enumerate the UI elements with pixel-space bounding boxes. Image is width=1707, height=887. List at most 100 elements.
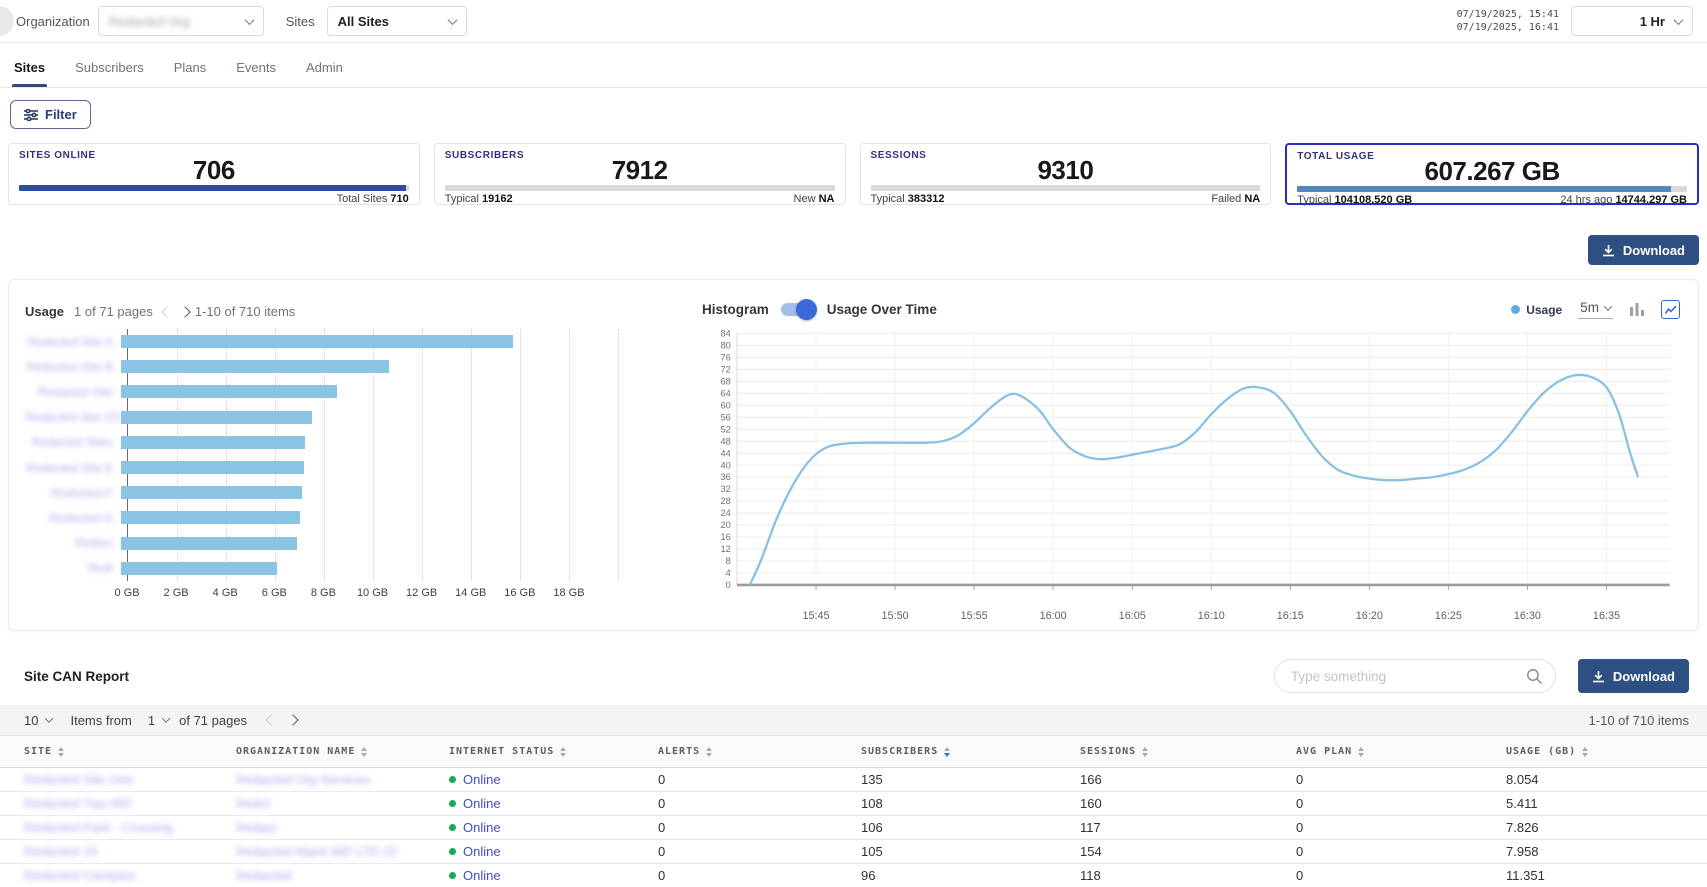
- search-input[interactable]: [1291, 669, 1526, 684]
- usage-bar[interactable]: [121, 385, 337, 398]
- sort-up-icon[interactable]: [58, 747, 64, 751]
- sort-up-icon[interactable]: [560, 747, 566, 751]
- sort-down-icon[interactable]: [1582, 753, 1588, 757]
- search-icon[interactable]: [1526, 668, 1543, 685]
- sort-down-icon[interactable]: [361, 753, 367, 757]
- subscribers-value: 108: [861, 796, 1080, 811]
- usage-bar[interactable]: [121, 461, 304, 474]
- line-view-button[interactable]: [1661, 300, 1680, 319]
- sort-up-icon[interactable]: [1358, 747, 1364, 751]
- tab-sites[interactable]: Sites: [12, 50, 47, 87]
- bar-track: [121, 537, 650, 550]
- stat-card-subscribers[interactable]: SUBSCRIBERS7912Typical 19162New NA: [434, 143, 846, 205]
- usage-bar[interactable]: [121, 436, 305, 449]
- bar-row-site-label[interactable]: Redacted Site E: [25, 461, 121, 475]
- site-link[interactable]: Redacted Park - Crossing: [24, 820, 236, 835]
- table-prev-page-icon[interactable]: [265, 714, 276, 725]
- of-pages-label: of 71 pages: [179, 713, 247, 728]
- site-link[interactable]: Redacted 15: [24, 844, 236, 859]
- usage-bar[interactable]: [121, 335, 513, 348]
- sort-up-icon[interactable]: [706, 747, 712, 751]
- sort-down-icon[interactable]: [1142, 753, 1148, 757]
- organization-link[interactable]: Redacted Org Services: [236, 772, 449, 787]
- sort-down-icon[interactable]: [944, 753, 950, 757]
- usage-bar[interactable]: [121, 411, 312, 424]
- organization-link[interactable]: Redct: [236, 796, 449, 811]
- sort-up-icon[interactable]: [1582, 747, 1588, 751]
- bar-row-site-label[interactable]: Redacted Sites: [25, 435, 121, 449]
- bar-view-button[interactable]: [1629, 302, 1645, 317]
- bar-chart-row: Redacted Site A: [25, 332, 664, 352]
- usage-pages-text: 1 of 71 pages: [74, 304, 153, 319]
- sort-down-icon[interactable]: [58, 753, 64, 757]
- column-header-alerts[interactable]: ALERTS: [658, 746, 861, 757]
- interval-select[interactable]: 5m: [1578, 300, 1613, 319]
- next-page-icon[interactable]: [179, 306, 190, 317]
- usage-bar[interactable]: [121, 486, 302, 499]
- column-header-sessions[interactable]: SESSIONS: [1080, 746, 1296, 757]
- filter-button[interactable]: Filter: [10, 100, 91, 129]
- organization-select[interactable]: Redacted Org: [98, 6, 264, 36]
- column-header-subscribers[interactable]: SUBSCRIBERS: [861, 746, 1080, 757]
- sort-up-icon[interactable]: [944, 747, 950, 751]
- sites-select[interactable]: All Sites: [327, 6, 467, 36]
- online-link[interactable]: Online: [463, 868, 501, 883]
- table-pagination: 10 Items from 1 of 71 pages 1-10 of 710 …: [0, 705, 1707, 736]
- sessions-value: 117: [1080, 820, 1296, 835]
- time-range-select[interactable]: 1 Hr: [1571, 6, 1693, 36]
- bar-row-site-label[interactable]: Redacted Site: [25, 385, 121, 399]
- stat-card-sites-online[interactable]: SITES ONLINE706Total Sites 710: [8, 143, 420, 205]
- corner-avatar[interactable]: [0, 6, 14, 36]
- report-download-button[interactable]: Download: [1578, 659, 1689, 693]
- online-link[interactable]: Online: [463, 820, 501, 835]
- usage-bar[interactable]: [121, 562, 277, 575]
- organization-link[interactable]: Redacted Maint WD LTD 22: [236, 844, 449, 859]
- download-button[interactable]: Download: [1588, 235, 1699, 265]
- table-next-page-icon[interactable]: [287, 714, 298, 725]
- online-link[interactable]: Online: [463, 772, 501, 787]
- online-link[interactable]: Online: [463, 844, 501, 859]
- stat-card-sessions[interactable]: SESSIONS9310Typical 383312Failed NA: [860, 143, 1272, 205]
- column-header-site[interactable]: SITE: [24, 746, 236, 757]
- usage-over-time-svg: 0481216202428323640444852566064687276808…: [702, 323, 1680, 635]
- prev-page-icon[interactable]: [161, 306, 172, 317]
- bar-row-site-label[interactable]: Redacted G: [25, 511, 121, 525]
- tab-plans[interactable]: Plans: [172, 50, 209, 87]
- sort-up-icon[interactable]: [361, 747, 367, 751]
- usage-bar[interactable]: [121, 360, 389, 373]
- tab-events[interactable]: Events: [234, 50, 278, 87]
- sort-down-icon[interactable]: [560, 753, 566, 757]
- site-link[interactable]: Redacted Campton: [24, 868, 236, 883]
- svg-text:28: 28: [721, 496, 731, 506]
- bar-row-site-label[interactable]: Redt: [25, 561, 121, 575]
- usage-bar[interactable]: [121, 537, 297, 550]
- bar-row-site-label[interactable]: Redacted Site A: [25, 335, 121, 349]
- bar-row-site-label[interactable]: Redacted Site B: [25, 360, 121, 374]
- tab-admin[interactable]: Admin: [304, 50, 345, 87]
- organization-link[interactable]: Redacted: [236, 868, 449, 883]
- organization-link[interactable]: Redact: [236, 820, 449, 835]
- tab-subscribers[interactable]: Subscribers: [73, 50, 146, 87]
- bar-track: [121, 486, 650, 499]
- status-dot-icon: [449, 848, 456, 855]
- sort-down-icon[interactable]: [706, 753, 712, 757]
- bar-row-site-label[interactable]: Redacted Site CD: [25, 410, 121, 424]
- stat-card-total-usage[interactable]: TOTAL USAGE607.267 GBTypical 104108.520 …: [1285, 143, 1699, 205]
- sort-down-icon[interactable]: [1358, 753, 1364, 757]
- column-header-organization-name[interactable]: ORGANIZATION NAME: [236, 746, 449, 757]
- page-number-select[interactable]: 1: [148, 713, 169, 728]
- column-header-usage-gb-[interactable]: USAGE (GB): [1506, 746, 1707, 757]
- bar-chart-row: Redacted F: [25, 483, 664, 503]
- column-header-avg-plan[interactable]: AVG PLAN: [1296, 746, 1506, 757]
- bar-row-site-label[interactable]: Redacted F: [25, 486, 121, 500]
- online-link[interactable]: Online: [463, 796, 501, 811]
- stat-card-footer-right: Failed NA: [1211, 193, 1260, 205]
- column-header-internet-status[interactable]: INTERNET STATUS: [449, 746, 658, 757]
- usage-bar[interactable]: [121, 511, 300, 524]
- site-link[interactable]: Redacted Two WD: [24, 796, 236, 811]
- bar-row-site-label[interactable]: Redact: [25, 536, 121, 550]
- sort-up-icon[interactable]: [1142, 747, 1148, 751]
- page-size-select[interactable]: 10: [24, 713, 52, 728]
- site-link[interactable]: Redacted Site One: [24, 772, 236, 787]
- histogram-usage-toggle[interactable]: [781, 303, 813, 316]
